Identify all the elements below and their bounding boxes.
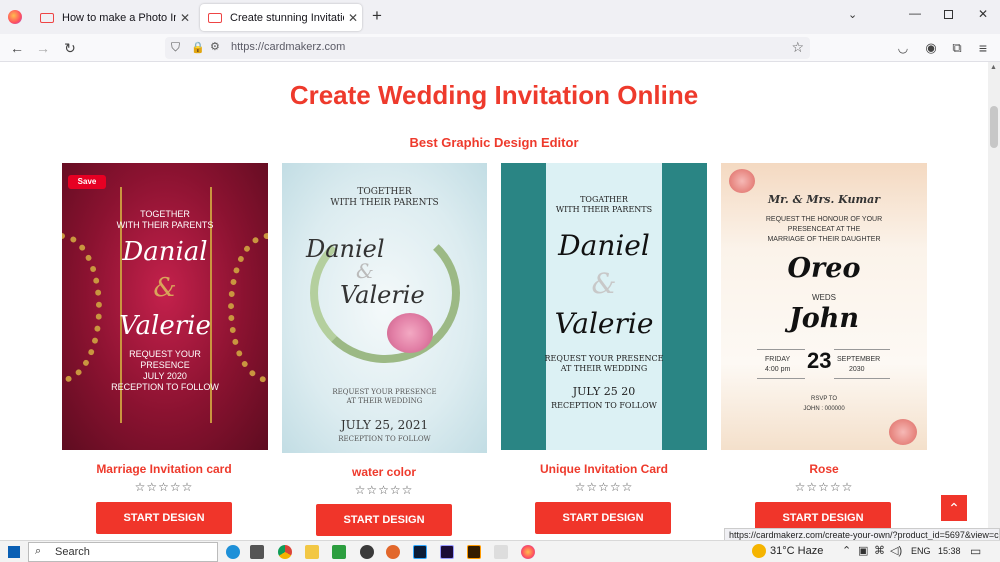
file-explorer-icon[interactable] [305, 545, 319, 559]
back-to-top-button[interactable]: ⌃ [941, 495, 967, 521]
windows-taskbar: ⌕ Search 31°C Haze ⌃ ▣ ⌘ ◁) ENG 15:38 ▭ [0, 540, 1000, 562]
start-design-button[interactable]: START DESIGN [535, 502, 671, 534]
edge-icon[interactable] [226, 545, 240, 559]
card-title-rose[interactable]: Rose [714, 462, 934, 476]
windows-start-icon[interactable] [8, 546, 20, 558]
account-icon[interactable]: ◉ [920, 38, 942, 58]
invitation-favicon-icon [208, 12, 222, 23]
navigation-bar: ← → ↻ ⛉ 🔒 ⚙ https://cardmakerz.com ☆ ◡ ◉… [0, 34, 1000, 62]
minimize-icon[interactable]: — [909, 6, 921, 20]
back-arrow-icon[interactable]: ← [6, 38, 28, 58]
page-scrollbar[interactable]: ▲ [988, 62, 1000, 540]
app-blank-icon[interactable] [494, 545, 508, 559]
app-menu-icon[interactable]: ≡ [972, 38, 994, 58]
page-subtitle: Best Graphic Design Editor [409, 135, 579, 150]
forward-arrow-icon[interactable]: → [32, 38, 54, 58]
extensions-icon[interactable]: ⧉ [946, 38, 968, 58]
pocket-icon[interactable]: ◡ [892, 38, 914, 58]
rating-stars: ☆☆☆☆☆ [354, 483, 414, 497]
page-title: Create Wedding Invitation Online [289, 80, 699, 110]
pink-peony [387, 313, 433, 353]
tray-volume-icon[interactable]: ◁) [890, 544, 902, 557]
clock-time[interactable]: 15:38 [938, 546, 961, 556]
close-window-icon[interactable]: ✕ [978, 7, 988, 21]
illustrator-icon[interactable] [467, 545, 481, 559]
app-dark-icon[interactable] [360, 545, 374, 559]
card-title-unique[interactable]: Unique Invitation Card [494, 462, 714, 476]
task-view-icon[interactable] [250, 545, 264, 559]
card-title-watercolor[interactable]: water color [274, 465, 494, 479]
app-green-icon[interactable] [332, 545, 346, 559]
close-tab-icon[interactable]: ✕ [344, 11, 362, 25]
after-effects-icon[interactable] [440, 545, 454, 559]
pinterest-save-button[interactable]: Save [68, 175, 106, 189]
url-text[interactable]: https://cardmakerz.com [231, 41, 345, 53]
tray-network-icon[interactable]: ▣ [858, 544, 868, 557]
shield-icon[interactable]: ⛉ [171, 40, 180, 55]
scroll-up-arrow-icon[interactable]: ▲ [990, 64, 997, 71]
card-image-marriage[interactable]: Save TOGETHER WITH THEIR PARENTS Danial … [62, 163, 268, 450]
tray-wifi-icon[interactable]: ⌘ [874, 544, 885, 557]
reload-icon[interactable]: ↻ [59, 38, 81, 58]
search-label: Search [55, 546, 90, 558]
start-design-button[interactable]: START DESIGN [316, 504, 452, 536]
tab-bar: How to make a Photo Invitation ✕ Create … [0, 0, 1000, 34]
bookmark-star-icon[interactable]: ☆ [791, 39, 804, 56]
start-design-button[interactable]: START DESIGN [96, 502, 232, 534]
list-tabs-chevron-icon[interactable]: ⌄ [848, 8, 857, 21]
tab-stunning-invitation[interactable]: Create stunning Invitation with ✕ [200, 4, 362, 31]
rating-stars: ☆☆☆☆☆ [794, 480, 854, 494]
rating-stars: ☆☆☆☆☆ [574, 480, 634, 494]
url-bar[interactable]: ⛉ 🔒 ⚙ https://cardmakerz.com ☆ [165, 37, 810, 59]
photoshop-icon[interactable] [413, 545, 427, 559]
app-circle-icon[interactable] [386, 545, 400, 559]
firefox-taskbar-icon[interactable] [521, 545, 535, 559]
card-title-marriage[interactable]: Marriage Invitation card [54, 462, 274, 476]
tray-overflow-chevron-icon[interactable]: ⌃ [842, 544, 851, 557]
scrollbar-thumb[interactable] [990, 106, 998, 148]
date-left-lines [757, 349, 805, 379]
page-content: Create Wedding Invitation Online Best Gr… [0, 62, 988, 540]
restore-icon[interactable] [944, 10, 953, 19]
chrome-icon[interactable] [278, 545, 292, 559]
permissions-icon[interactable]: ⚙ [210, 40, 220, 53]
rose-top-left [729, 169, 755, 193]
language-indicator[interactable]: ENG [911, 546, 931, 556]
date-right-lines [834, 349, 890, 379]
card-image-watercolor[interactable]: TOGETHER WITH THEIR PARENTS Daniel & Val… [282, 163, 487, 453]
weather-text[interactable]: 31°C Haze [770, 545, 823, 557]
card-image-rose[interactable]: Mr. & Mrs. Kumar REQUEST THE HONOUR OF Y… [721, 163, 927, 450]
tab-photo-invitation[interactable]: How to make a Photo Invitation ✕ [32, 4, 194, 31]
invitation-favicon-icon [40, 12, 54, 23]
close-tab-icon[interactable]: ✕ [176, 11, 194, 25]
taskbar-search-box[interactable]: ⌕ Search [28, 542, 218, 562]
new-tab-button[interactable]: + [368, 6, 386, 26]
firefox-menu-icon[interactable] [8, 10, 22, 24]
search-icon: ⌕ [35, 545, 42, 557]
rose-bottom-right [889, 419, 917, 445]
notifications-icon[interactable]: ▭ [970, 544, 981, 558]
lock-icon[interactable]: 🔒 [191, 41, 205, 54]
card-image-unique[interactable]: TOGATHER WITH THEIR PARENTS Daniel & Val… [501, 163, 707, 450]
rating-stars: ☆☆☆☆☆ [134, 480, 194, 494]
weather-sun-icon[interactable] [752, 544, 766, 558]
